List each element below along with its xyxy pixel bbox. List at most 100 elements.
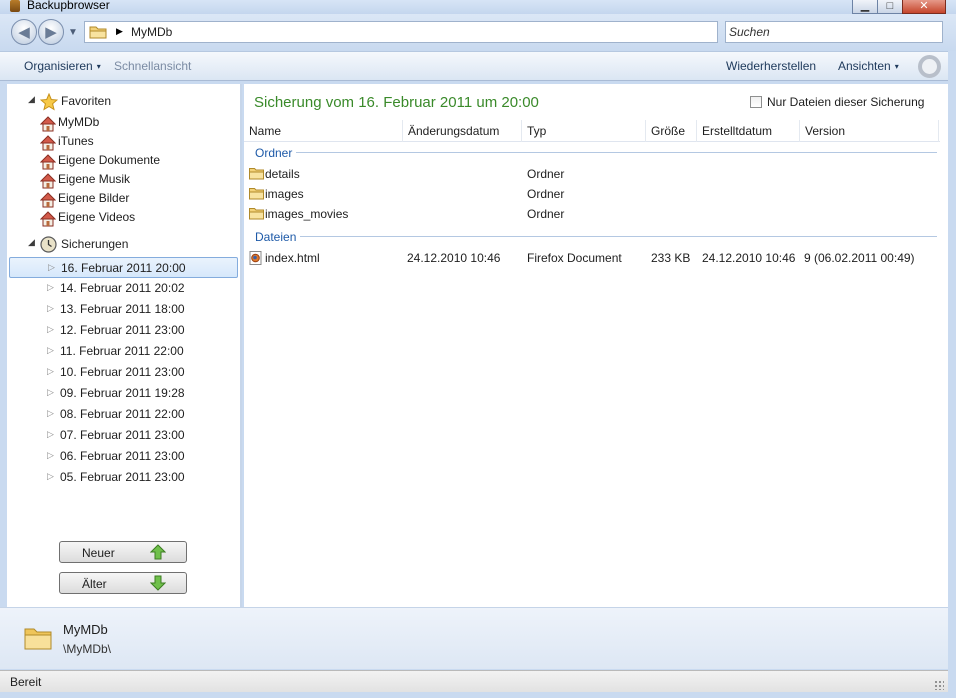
favorite-item-music[interactable]: Eigene Musik: [40, 171, 230, 190]
backup-item[interactable]: ▷ 06. Februar 2011 23:00: [9, 446, 238, 467]
collapsed-triangle-icon[interactable]: ▷: [47, 387, 54, 398]
column-separator[interactable]: [521, 120, 522, 142]
backup-item[interactable]: ▷ 13. Februar 2011 18:00: [9, 299, 238, 320]
checkbox-box[interactable]: [750, 96, 762, 108]
back-button[interactable]: ◀: [11, 19, 37, 45]
favorite-item-pictures[interactable]: Eigene Bilder: [40, 190, 230, 209]
favorite-label: Eigene Musik: [58, 172, 131, 186]
collapsed-triangle-icon[interactable]: ▷: [47, 324, 54, 335]
organize-caret-icon: ▾: [96, 62, 101, 71]
favorite-item-mymdb[interactable]: MyMDb: [40, 114, 230, 133]
quickview-button[interactable]: Schnellansicht: [114, 59, 191, 73]
search-box[interactable]: [725, 21, 943, 43]
column-separator[interactable]: [696, 120, 697, 142]
selected-item-name: MyMDb: [63, 622, 108, 637]
folder-icon: [89, 26, 107, 39]
window-controls: ▁ □ ✕: [852, 0, 946, 14]
favorites-header[interactable]: ◢ Favoriten: [7, 93, 237, 111]
backup-item[interactable]: ▷ 14. Februar 2011 20:02: [9, 278, 238, 299]
collapsed-triangle-icon[interactable]: ▷: [47, 450, 54, 461]
column-separator[interactable]: [645, 120, 646, 142]
column-separator[interactable]: [938, 120, 939, 142]
backup-item[interactable]: ▷ 11. Februar 2011 22:00: [9, 341, 238, 362]
collapsed-triangle-icon[interactable]: ▷: [47, 282, 54, 293]
backup-item[interactable]: ▷ 10. Februar 2011 23:00: [9, 362, 238, 383]
search-input[interactable]: [726, 22, 942, 42]
backup-label: 08. Februar 2011 22:00: [60, 407, 185, 421]
folder-icon: [249, 208, 264, 220]
file-list-pane: Sicherung vom 16. Februar 2011 um 20:00 …: [244, 84, 948, 607]
favorite-label: Eigene Bilder: [58, 191, 130, 205]
file-modified: 24.12.2010 10:46: [407, 251, 501, 265]
folder-row[interactable]: images_movies Ordner: [244, 204, 940, 223]
restore-button[interactable]: Wiederherstellen: [726, 59, 816, 73]
resize-grip-icon[interactable]: [934, 680, 944, 690]
column-header-created[interactable]: Erstelltdatum: [702, 124, 772, 144]
star-icon: [40, 93, 58, 111]
organize-label: Organisieren: [24, 59, 93, 73]
column-header-version[interactable]: Version: [805, 124, 845, 144]
backup-item[interactable]: ▷ 16. Februar 2011 20:00: [9, 257, 238, 278]
backup-item[interactable]: ▷ 12. Februar 2011 23:00: [9, 320, 238, 341]
busy-indicator-icon: [918, 55, 941, 78]
navigation-bar: ◀ ▶ ▼ ▶ MyMDb: [0, 14, 956, 51]
maximize-button[interactable]: □: [877, 0, 903, 14]
status-bar: Bereit: [0, 670, 948, 692]
organize-menu[interactable]: Organisieren ▾: [24, 59, 101, 73]
folder-row[interactable]: images Ordner: [244, 184, 940, 203]
section-files: Dateien: [255, 230, 297, 244]
close-button[interactable]: ✕: [902, 0, 946, 14]
file-row[interactable]: index.html 24.12.2010 10:46 Firefox Docu…: [244, 248, 940, 267]
backup-label: 06. Februar 2011 23:00: [60, 449, 185, 463]
breadcrumb-separator-icon[interactable]: ▶: [116, 26, 123, 37]
recent-pages-dropdown-icon[interactable]: ▼: [68, 27, 78, 38]
collapsed-triangle-icon[interactable]: ▷: [47, 345, 54, 356]
expanded-triangle-icon[interactable]: ◢: [28, 94, 35, 105]
column-separator[interactable]: [799, 120, 800, 142]
only-this-backup-label: Nur Dateien dieser Sicherung: [767, 95, 925, 109]
backup-item[interactable]: ▷ 09. Februar 2011 19:28: [9, 383, 238, 404]
collapsed-triangle-icon[interactable]: ▷: [47, 408, 54, 419]
backup-label: 07. Februar 2011 23:00: [60, 428, 185, 442]
collapsed-triangle-icon[interactable]: ▷: [47, 366, 54, 377]
minimize-button[interactable]: ▁: [852, 0, 878, 14]
forward-button[interactable]: ▶: [38, 19, 64, 45]
folder-icon: [24, 628, 52, 650]
older-button[interactable]: Älter: [59, 572, 187, 594]
older-label: Älter: [82, 577, 107, 591]
backup-label: 09. Februar 2011 19:28: [60, 386, 185, 400]
collapsed-triangle-icon[interactable]: ▷: [47, 303, 54, 314]
favorite-item-videos[interactable]: Eigene Videos: [40, 209, 230, 228]
details-pane: MyMDb \MyMDb\: [0, 607, 948, 669]
file-size: 233 KB: [651, 251, 691, 265]
newer-button[interactable]: Neuer: [59, 541, 187, 563]
column-header-type[interactable]: Typ: [527, 124, 546, 144]
column-header-modified[interactable]: Änderungsdatum: [408, 124, 499, 144]
column-header-size[interactable]: Größe: [651, 124, 685, 144]
collapsed-triangle-icon[interactable]: ▷: [47, 429, 54, 440]
breadcrumb-mymdb[interactable]: MyMDb: [131, 25, 172, 39]
backup-item[interactable]: ▷ 08. Februar 2011 22:00: [9, 404, 238, 425]
backup-label: 14. Februar 2011 20:02: [60, 281, 185, 295]
house-icon: [40, 173, 56, 189]
file-type: Ordner: [527, 187, 565, 201]
section-folders: Ordner: [255, 146, 293, 160]
address-bar[interactable]: ▶ MyMDb: [84, 21, 718, 43]
column-header-name[interactable]: Name: [249, 124, 281, 144]
folder-row[interactable]: details Ordner: [244, 164, 940, 183]
backup-item[interactable]: ▷ 07. Februar 2011 23:00: [9, 425, 238, 446]
favorite-item-documents[interactable]: Eigene Dokumente: [40, 152, 230, 171]
expanded-triangle-icon[interactable]: ◢: [28, 237, 35, 248]
collapsed-triangle-icon[interactable]: ▷: [47, 471, 54, 482]
views-menu[interactable]: Ansichten ▾: [838, 59, 899, 73]
column-separator[interactable]: [402, 120, 403, 142]
backups-header[interactable]: ◢ Sicherungen: [7, 236, 237, 254]
status-text: Bereit: [10, 675, 42, 689]
collapsed-triangle-icon[interactable]: ▷: [48, 262, 55, 273]
backup-label: 13. Februar 2011 18:00: [60, 302, 185, 316]
favorite-label: MyMDb: [58, 115, 100, 129]
house-icon: [40, 211, 56, 227]
navigation-pane: ◢ Favoriten MyMDb iTunes Eigene Dokument…: [7, 84, 242, 607]
favorite-item-itunes[interactable]: iTunes: [40, 133, 230, 152]
backup-item[interactable]: ▷ 05. Februar 2011 23:00: [9, 467, 238, 488]
